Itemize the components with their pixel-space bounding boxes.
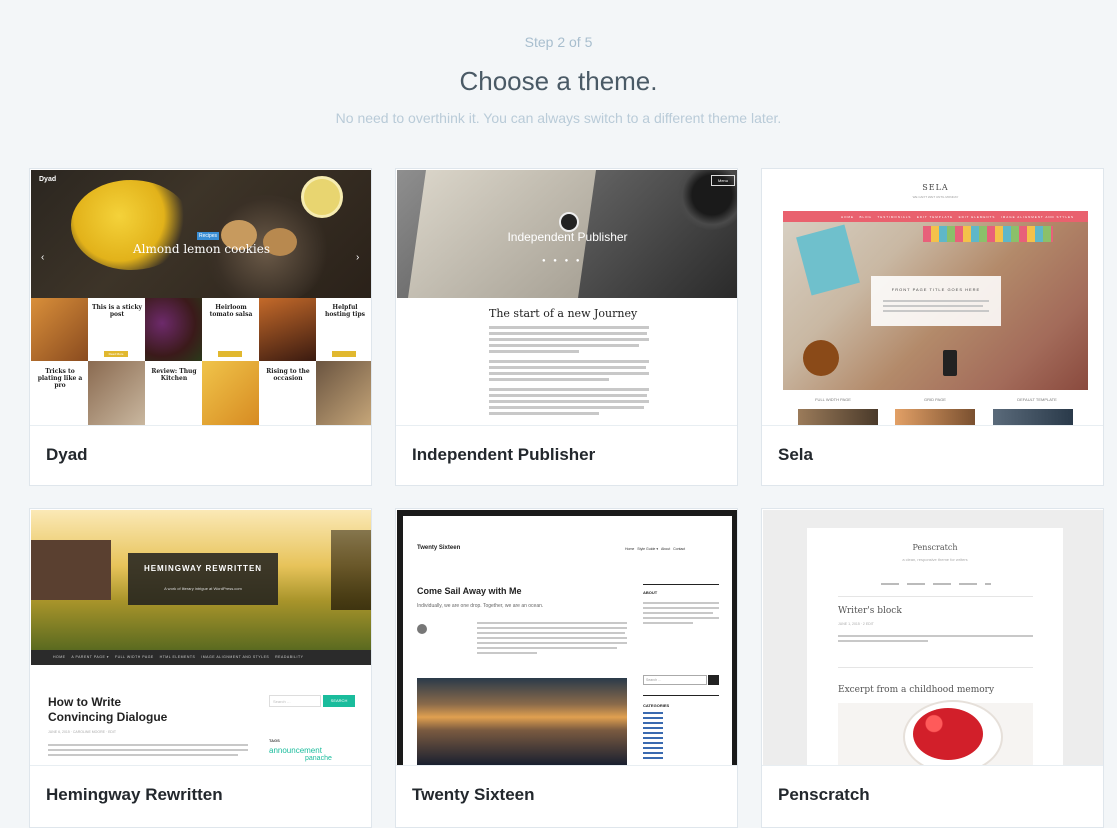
theme-card-sela[interactable]: SELA WE CAN'T WAIT UNTIL MONDAY HOME BLO… bbox=[761, 168, 1104, 486]
theme-name: Penscratch bbox=[778, 785, 870, 804]
theme-card-hemingway-rewritten[interactable]: HEMINGWAY REWRITTEN A work of literary i… bbox=[29, 508, 372, 828]
sela-nav: HOME BLOG TESTIMONIALS EDIT TEMPLATE EDI… bbox=[841, 215, 1075, 219]
theme-card-independent-publisher[interactable]: Menu Independent Publisher ● ● ● ● The s… bbox=[395, 168, 738, 486]
ts-search-input: Search … bbox=[643, 675, 707, 685]
dyad-tile-4: Tricks to plating like a pro bbox=[37, 368, 83, 389]
read-more-label: Read More bbox=[104, 351, 128, 357]
hemingway-search-input: Search … bbox=[269, 695, 321, 707]
step-indicator: Step 2 of 5 bbox=[524, 34, 593, 50]
sela-site-title: SELA bbox=[922, 183, 949, 192]
theme-name: Hemingway Rewritten bbox=[46, 785, 223, 804]
hemingway-post-title: How to Write Convincing Dialogue bbox=[48, 695, 168, 724]
ts-nav: Home Style Guide ▾ About Contact bbox=[625, 547, 686, 551]
theme-name: Dyad bbox=[46, 445, 88, 464]
penscratch-post-1: Writer's block bbox=[838, 606, 902, 616]
dyad-hero-title: Almond lemon cookies bbox=[133, 242, 270, 256]
page-subtitle: No need to overthink it. You can always … bbox=[335, 110, 782, 126]
sela-box-title: FRONT PAGE TITLE GOES HERE bbox=[891, 287, 981, 292]
theme-preview-sela: SELA WE CAN'T WAIT UNTIL MONDAY HOME BLO… bbox=[763, 170, 1103, 425]
ts-about-label: ABOUT bbox=[643, 590, 658, 595]
sela-tagline: WE CAN'T WAIT UNTIL MONDAY bbox=[912, 195, 959, 199]
theme-card-twenty-sixteen[interactable]: Twenty Sixteen Home Style Guide ▾ About … bbox=[395, 508, 738, 828]
dyad-tag: Recipes bbox=[197, 232, 219, 240]
ip-post-title: The start of a new Journey bbox=[489, 307, 638, 320]
theme-card-penscratch[interactable]: Penscratch a clean, responsive theme for… bbox=[761, 508, 1104, 828]
dyad-tile-6: Rising to the occasion bbox=[266, 368, 310, 382]
page-title: Choose a theme. bbox=[459, 66, 658, 96]
hemingway-tag-2: panache bbox=[305, 755, 332, 762]
dyad-tile-1: This is a sticky post bbox=[91, 304, 143, 318]
hemingway-tag-1: announcement bbox=[269, 746, 322, 755]
theme-preview-independent-publisher: Menu Independent Publisher ● ● ● ● The s… bbox=[397, 170, 737, 425]
ip-hero-title: Independent Publisher bbox=[507, 230, 628, 244]
ts-post-title: Come Sail Away with Me bbox=[417, 586, 522, 596]
dyad-tile-5: Review: Thug Kitchen bbox=[151, 368, 197, 382]
dyad-site-title: Dyad bbox=[39, 176, 57, 183]
sela-col-1: FULL WIDTH PAGE bbox=[815, 397, 851, 402]
social-icons: ● ● ● ● bbox=[542, 258, 583, 264]
dyad-tile-2: Heirloom tomato salsa bbox=[209, 304, 253, 318]
theme-preview-twenty-sixteen: Twenty Sixteen Home Style Guide ▾ About … bbox=[397, 510, 737, 765]
ts-categories-label: CATEGORIES bbox=[643, 703, 670, 708]
theme-name: Twenty Sixteen bbox=[412, 785, 535, 804]
penscratch-post-2: Excerpt from a childhood memory bbox=[838, 685, 995, 695]
theme-name: Sela bbox=[778, 445, 813, 464]
hemingway-tags-label: TAGS bbox=[269, 738, 280, 743]
theme-preview-dyad: Dyad Recipes Almond lemon cookies ‹ › Th… bbox=[31, 170, 371, 425]
theme-card-dyad[interactable]: Dyad Recipes Almond lemon cookies ‹ › Th… bbox=[29, 168, 372, 486]
theme-name: Independent Publisher bbox=[412, 445, 596, 464]
hemingway-tagline: A work of literary intrigue at WordPress… bbox=[164, 586, 242, 591]
sela-col-3: DEFAULT TEMPLATE bbox=[1017, 397, 1057, 402]
dyad-tile-3: Helpful hosting tips bbox=[324, 304, 366, 318]
penscratch-tagline: a clean, responsive theme for writers bbox=[902, 557, 968, 562]
penscratch-meta-1: JUNE 1, 2015 · 2 EDIT bbox=[838, 622, 874, 626]
sela-col-2: GRID PAGE bbox=[924, 397, 946, 402]
chevron-right-icon: › bbox=[356, 252, 360, 263]
penscratch-site-title: Penscratch bbox=[912, 543, 958, 552]
theme-preview-hemingway: HEMINGWAY REWRITTEN A work of literary i… bbox=[31, 510, 371, 765]
menu-button: Menu bbox=[711, 175, 735, 186]
hemingway-meta: JUNE 6, 2015 · CAROLINE MOORE · EDIT bbox=[48, 730, 117, 734]
hemingway-search-button: SEARCH bbox=[323, 695, 355, 707]
hemingway-nav: HOME A PARENT PAGE ▾ FULL WIDTH PAGE HTM… bbox=[53, 655, 304, 659]
chevron-left-icon: ‹ bbox=[41, 252, 45, 263]
theme-preview-penscratch: Penscratch a clean, responsive theme for… bbox=[763, 510, 1103, 765]
hemingway-site-title: HEMINGWAY REWRITTEN bbox=[143, 564, 263, 573]
ts-excerpt: Individually, we are one drop. Together,… bbox=[417, 603, 544, 609]
ts-site-title: Twenty Sixteen bbox=[417, 545, 461, 551]
